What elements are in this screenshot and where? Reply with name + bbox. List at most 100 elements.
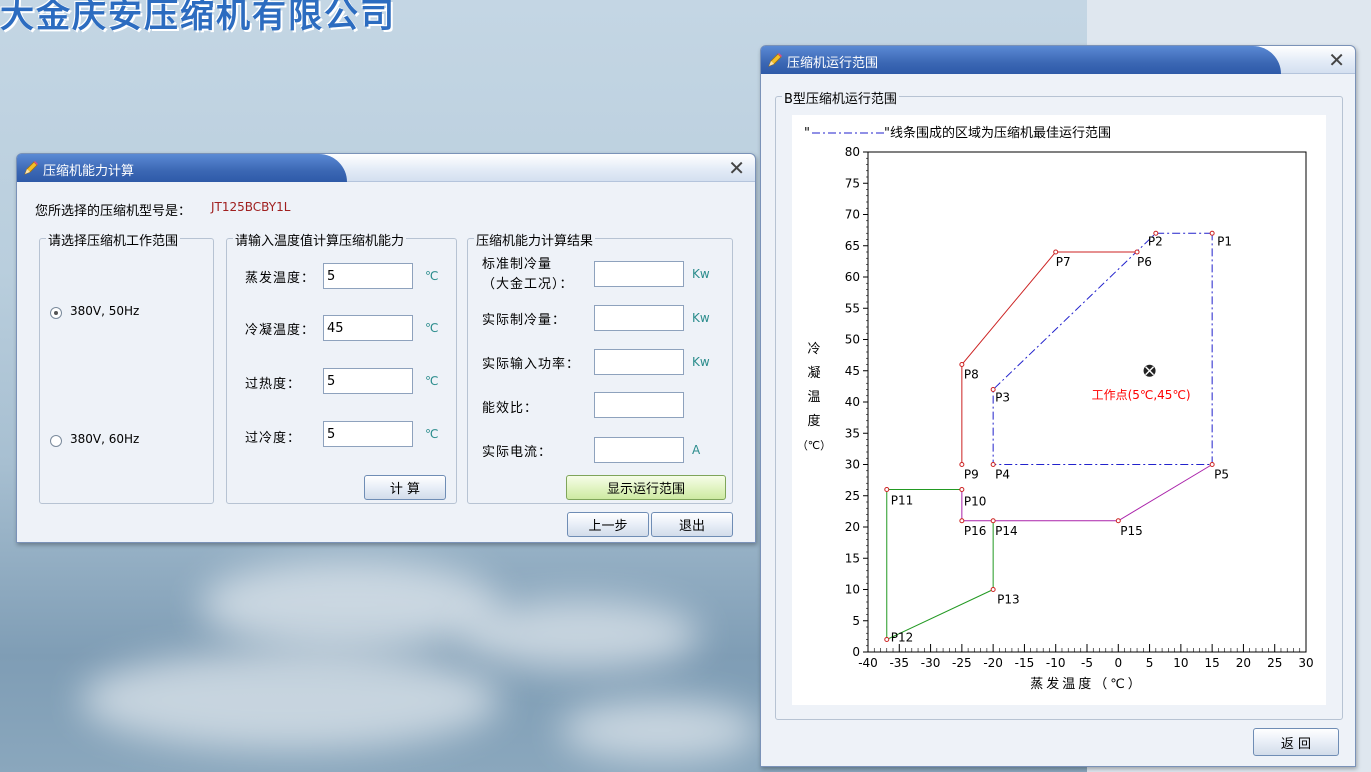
series-line-1 (992, 232, 1213, 465)
radio-60hz[interactable] (50, 435, 62, 447)
radio-50hz-label[interactable]: 380V, 50Hz (70, 304, 139, 318)
point-marker (884, 487, 890, 492)
x-tick-label: -20 (983, 656, 1003, 670)
point-label: P14 (995, 524, 1018, 538)
calc-window-titlebar[interactable]: 压缩机能力计算 ✕ (17, 154, 755, 182)
y-tick-label: 25 (845, 489, 860, 503)
point-label: P10 (964, 495, 987, 509)
radio-50hz[interactable] (50, 307, 62, 319)
point-marker (1209, 462, 1215, 467)
y-axis-label: 冷凝温度 （℃） (797, 342, 831, 452)
close-icon[interactable]: ✕ (1328, 48, 1345, 72)
series-line-3 (886, 489, 994, 641)
superheat-label: 过热度： (245, 377, 302, 392)
point-marker (884, 637, 890, 642)
y-tick-label: 45 (845, 364, 860, 378)
input-power-unit: Kw (692, 355, 710, 369)
legend-quote: " (804, 126, 810, 141)
x-tick-label: -5 (1081, 656, 1093, 670)
subcool-label: 过冷度： (245, 431, 302, 446)
x-axis-label: 蒸发温度（℃） (1030, 676, 1144, 692)
x-tick-label: -15 (1015, 656, 1035, 670)
subcool-input[interactable] (323, 421, 413, 447)
y-axis-label-part: 度 (807, 413, 820, 429)
y-tick-label: 65 (845, 239, 860, 253)
point-label: P7 (1056, 255, 1071, 269)
point-marker (959, 462, 965, 467)
point-label: P6 (1137, 255, 1152, 269)
point-label: P2 (1148, 234, 1163, 248)
x-tick-label: 15 (1205, 656, 1220, 670)
show-range-button[interactable]: 显示运行范围 (566, 475, 726, 500)
range-chart: 0 5 10 15 20 25 30 35 40 45 50 55 60 65 70 75 80 -40 -35 -3… (792, 115, 1326, 705)
point-label: P15 (1120, 524, 1143, 538)
close-icon[interactable]: ✕ (728, 156, 745, 180)
x-tick-label: 25 (1267, 656, 1282, 670)
range-window-title: 压缩机运行范围 (787, 56, 879, 71)
input-group: 请输入温度值计算压缩机能力 蒸发温度： ℃ 冷凝温度： ℃ 过热度： ℃ 过冷度… (226, 230, 457, 504)
x-tick-label: -30 (921, 656, 941, 670)
point-label: P12 (891, 631, 914, 645)
calc-window: 压缩机能力计算 ✕ 您所选择的压缩机型号是： JT125BCBY1L 请选择压缩… (16, 153, 756, 543)
point-marker (990, 462, 996, 467)
std-cooling-output[interactable] (594, 261, 684, 287)
point-marker (959, 518, 965, 524)
range-window-titlebar[interactable]: 压缩机运行范围 ✕ (761, 46, 1355, 74)
eer-output[interactable] (594, 392, 684, 418)
point-marker (959, 487, 965, 492)
model-value: JT125BCBY1L (211, 200, 291, 214)
prev-step-button[interactable]: 上一步 (567, 512, 649, 537)
y-tick-label: 5 (852, 614, 860, 628)
y-tick-label: 15 (845, 551, 860, 565)
point-marker (990, 587, 996, 592)
input-power-label: 实际输入功率： (482, 357, 581, 372)
actual-cooling-output[interactable] (594, 305, 684, 331)
result-group-title: 压缩机能力计算结果 (474, 230, 596, 249)
x-tick-label: -10 (1046, 656, 1066, 670)
y-axis-label-part: 冷 (807, 342, 820, 357)
y-tick-label: 50 (845, 333, 860, 347)
y-tick-label: 60 (845, 270, 860, 284)
point-marker (990, 518, 996, 524)
x-tick-label: 10 (1173, 656, 1188, 670)
back-button[interactable]: 返 回 (1253, 728, 1339, 756)
point-label: P5 (1214, 468, 1229, 482)
x-tick-label: -25 (952, 656, 972, 670)
exit-button[interactable]: 退出 (651, 512, 733, 537)
superheat-input[interactable] (323, 368, 413, 394)
input-power-output[interactable] (594, 349, 684, 375)
point-marker (1209, 230, 1215, 236)
y-axis-label-part: 凝 (807, 365, 820, 381)
calc-window-title: 压缩机能力计算 (43, 164, 135, 179)
actual-cooling-label: 实际制冷量： (482, 313, 567, 328)
input-group-title: 请输入温度值计算压缩机能力 (233, 230, 407, 249)
std-cooling-unit: Kw (692, 267, 710, 281)
point-marker (959, 362, 965, 367)
range-group-title: 请选择压缩机工作范围 (46, 230, 181, 249)
working-point-label: 工作点(5℃,45℃) (1092, 388, 1191, 402)
point-label: P1 (1217, 234, 1232, 248)
current-output[interactable] (594, 437, 684, 463)
calculate-button[interactable]: 计 算 (364, 475, 446, 500)
company-name: 大金庆安压缩机有限公司 (0, 0, 396, 36)
point-label: P13 (997, 593, 1020, 607)
subcool-unit: ℃ (425, 427, 439, 441)
x-tick-label: 0 (1114, 656, 1122, 670)
range-group: 请选择压缩机工作范围 380V, 50Hz 380V, 60Hz (39, 230, 214, 504)
plot-frame (867, 151, 1307, 653)
y-tick-label: 10 (845, 583, 860, 597)
y-tick-label: 20 (845, 520, 860, 534)
y-axis-label-part: 温 (807, 390, 820, 405)
y-tick-label: 75 (845, 176, 860, 190)
legend-text: "线条围成的区域为压缩机最佳运行范围 (884, 125, 1111, 141)
point-label: P11 (891, 494, 914, 508)
current-label: 实际电流： (482, 445, 553, 460)
radio-60hz-label[interactable]: 380V, 60Hz (70, 432, 139, 446)
cond-temp-input[interactable] (323, 315, 413, 341)
range-chart-group: B型压缩机运行范围 0 5 10 15 20 25 30 35 40 45 50 55 60 65 70 75… (775, 88, 1343, 720)
y-tick-label: 55 (845, 301, 860, 315)
result-group: 压缩机能力计算结果 标准制冷量 （大金工况）： Kw 实际制冷量： Kw 实际输… (467, 230, 733, 504)
x-tick-label: -40 (858, 656, 878, 670)
point-marker (1115, 518, 1121, 524)
evap-temp-input[interactable] (323, 263, 413, 289)
